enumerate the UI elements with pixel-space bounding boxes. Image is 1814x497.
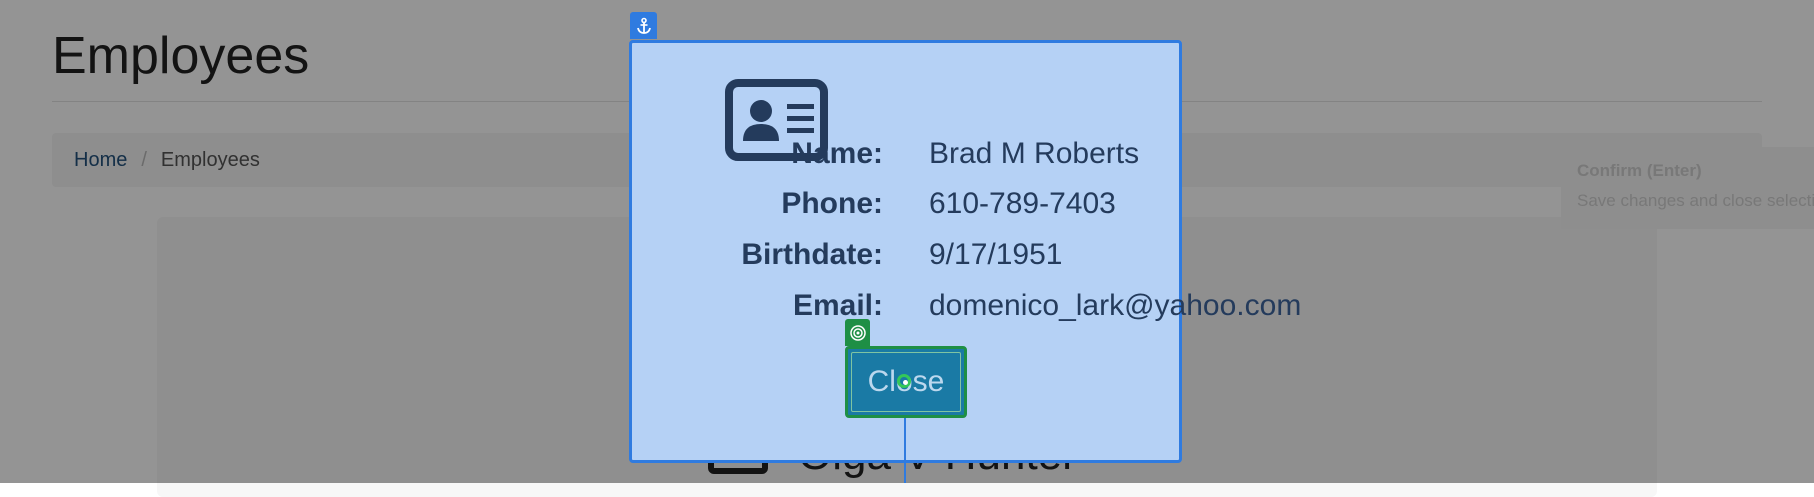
phone-label: Phone: (781, 187, 883, 220)
click-point-dot (903, 380, 908, 385)
birthdate-value: 9/17/1951 (929, 238, 1063, 271)
target-glyph (849, 324, 866, 341)
phone-value: 610-789-7403 (929, 187, 1116, 220)
target-icon (845, 319, 870, 346)
birthdate-label: Birthdate: (741, 238, 883, 271)
name-label: Name: (791, 137, 883, 170)
annotation-connector-line (904, 418, 906, 483)
click-point-marker (897, 374, 911, 388)
employee-info: Name: Brad M Roberts Phone: 610-789-7403… (640, 0, 1540, 483)
email-value: domenico_lark@yahoo.com (929, 289, 1302, 322)
email-label: Email: (792, 289, 883, 322)
name-value: Brad M Roberts (929, 137, 1140, 170)
